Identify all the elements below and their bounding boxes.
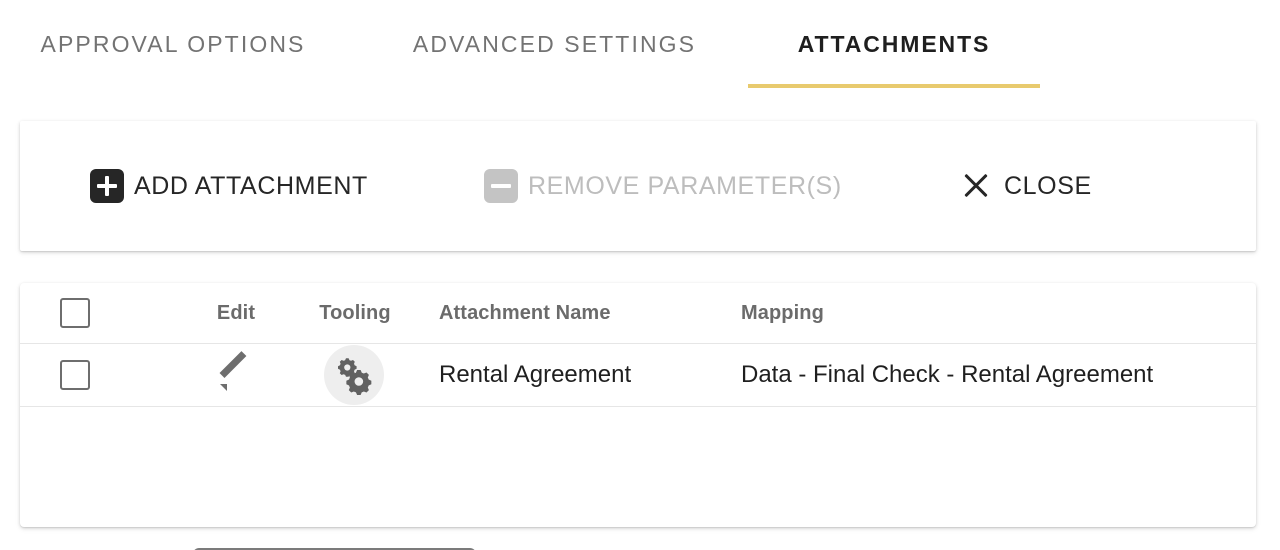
- add-attachment-button[interactable]: ADD ATTACHMENT: [90, 165, 368, 207]
- tab-bar: APPROVAL OPTIONS ADVANCED SETTINGS ATTAC…: [0, 0, 1280, 92]
- close-x-icon: [960, 170, 992, 202]
- add-attachment-label: ADD ATTACHMENT: [134, 171, 368, 200]
- row-cell-edit: [180, 344, 290, 406]
- table-header-row: Edit Tooling Attachment Name Mapping: [20, 283, 1256, 344]
- header-cell-attachment-name: Attachment Name: [439, 301, 611, 324]
- row-cell-attachment-name: Rental Agreement: [439, 361, 632, 388]
- remove-parameters-button[interactable]: REMOVE PARAMETER(S): [484, 165, 842, 207]
- row-cell-mapping: Data - Final Check - Rental Agreement: [741, 361, 1154, 388]
- table-row[interactable]: Rental Agreement Data - Final Check - Re…: [20, 344, 1256, 407]
- header-cell-edit: Edit: [216, 301, 256, 324]
- row-cell-select: [60, 344, 140, 406]
- table-footer: Configure Tooling Rows per page: 10 1-1 …: [20, 407, 1256, 550]
- header-cell-select: [60, 283, 140, 343]
- gears-icon: [338, 358, 372, 395]
- active-tab-indicator: [748, 84, 1040, 88]
- header-cell-tooling: Tooling: [319, 301, 391, 324]
- configure-tooling-button[interactable]: [324, 345, 384, 405]
- row-select-checkbox[interactable]: [60, 360, 90, 390]
- tab-advanced-settings[interactable]: ADVANCED SETTINGS: [392, 24, 717, 64]
- remove-parameters-label: REMOVE PARAMETER(S): [528, 171, 842, 200]
- toolbar-card: ADD ATTACHMENT REMOVE PARAMETER(S) CLOSE: [20, 121, 1256, 251]
- attachments-page: APPROVAL OPTIONS ADVANCED SETTINGS ATTAC…: [0, 0, 1280, 550]
- close-label: CLOSE: [1004, 171, 1092, 200]
- minus-square-icon: [484, 169, 518, 203]
- plus-square-icon: [90, 169, 124, 203]
- tab-approval-options[interactable]: APPROVAL OPTIONS: [18, 24, 328, 64]
- tab-attachments[interactable]: ATTACHMENTS: [748, 24, 1040, 64]
- attachments-table-card: Edit Tooling Attachment Name Mapping Ren…: [20, 283, 1256, 550]
- pencil-icon[interactable]: [218, 351, 252, 392]
- header-cell-mapping: Mapping: [741, 301, 824, 324]
- row-cell-tooling: [294, 344, 414, 406]
- select-all-checkbox[interactable]: [60, 298, 90, 328]
- close-button[interactable]: CLOSE: [960, 165, 1092, 207]
